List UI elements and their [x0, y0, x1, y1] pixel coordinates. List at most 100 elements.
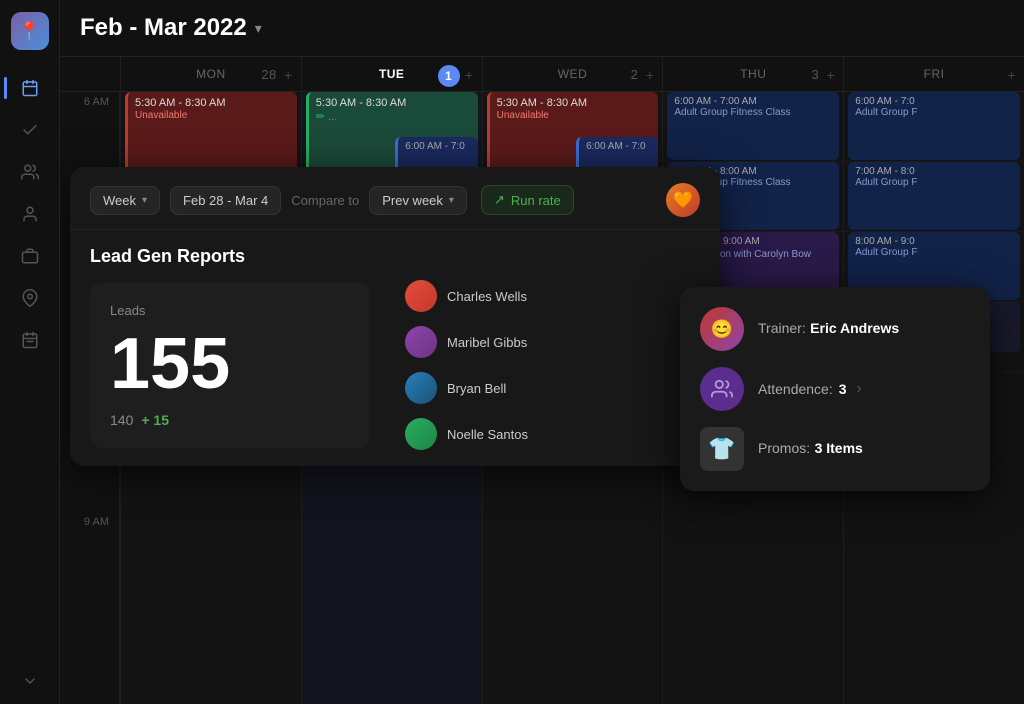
leads-diff: + 15 [141, 412, 169, 428]
person-avatar-2 [405, 326, 437, 358]
attendance-value: 3 [839, 381, 847, 397]
promos-value: 3 Items [815, 440, 863, 456]
add-event-wed[interactable]: + [646, 67, 655, 83]
header: Feb - Mar 2022 ▾ [60, 0, 1024, 57]
event-time-tue-1: 5:30 AM - 8:30 AM [316, 96, 471, 110]
sidebar: 📍 [0, 0, 60, 704]
day-label-fri: FRI [924, 67, 945, 81]
sidebar-item-location[interactable] [12, 280, 48, 316]
week-selector[interactable]: Week ▾ [90, 186, 160, 215]
day-header-tue: TUE + 1 [301, 57, 482, 91]
session-popup: 😊 Trainer: Eric Andrews Attendence: 3 › [680, 287, 990, 491]
prev-week-selector[interactable]: Prev week ▾ [369, 186, 467, 215]
event-time-thu-1: 6:00 AM - 7:00 AM [674, 96, 832, 107]
popup-trainer-row: 😊 Trainer: Eric Andrews [700, 307, 970, 351]
page-title: Feb - Mar 2022 [80, 14, 247, 42]
leads-card: Leads 155 140 + 15 [90, 283, 370, 448]
event-label-thu-1: Adult Group Fitness Class [674, 107, 832, 118]
person-avatar-1 [405, 280, 437, 312]
date-num-wed: 2 [631, 67, 639, 82]
person-avatar-4 [405, 418, 437, 450]
popup-attendance-row: Attendence: 3 › [700, 367, 970, 411]
day-header-wed: WED + 2 [482, 57, 663, 91]
event-thu-6am[interactable]: 6:00 AM - 7:00 AM Adult Group Fitness Cl… [667, 92, 839, 160]
date-range-selector[interactable]: Feb 28 - Mar 4 [170, 186, 281, 215]
main-content: Feb - Mar 2022 ▾ MON + 28 TUE + 1 WED + … [60, 0, 1024, 704]
event-time-wed-2: 6:00 AM - 7:0 [586, 141, 651, 152]
add-event-fri[interactable]: + [1007, 67, 1016, 83]
promos-label: Promos: [758, 440, 810, 456]
person-avatar-3 [405, 372, 437, 404]
time-9am: 9 AM [60, 512, 119, 582]
day-label-tue: TUE [379, 67, 405, 81]
event-label-wed: Unavailable [497, 110, 652, 121]
day-header-fri: FRI + [843, 57, 1024, 91]
sidebar-item-person[interactable] [12, 196, 48, 232]
event-fri-7am[interactable]: 7:00 AM - 8:0 Adult Group F [848, 162, 1020, 230]
trainer-label: Trainer: [758, 320, 806, 336]
attendance-icon [700, 367, 744, 411]
sidebar-item-tasks[interactable] [12, 112, 48, 148]
logo-icon: 📍 [18, 21, 40, 42]
leads-prev: 140 [110, 412, 133, 428]
attendance-info: Attendence: 3 › [758, 380, 862, 398]
day-label-mon: MON [196, 67, 226, 81]
attendance-arrow[interactable]: › [857, 380, 862, 398]
week-label: Week [103, 193, 136, 208]
add-event-tue[interactable]: + [465, 67, 474, 83]
panel-toolbar: Week ▾ Feb 28 - Mar 4 Compare to Prev we… [70, 167, 720, 230]
person-row-3: Bryan Bell [405, 372, 700, 404]
person-name-3: Bryan Bell [447, 381, 506, 396]
event-time-tue-2: 6:00 AM - 7:0 [405, 141, 470, 152]
time-930 [60, 582, 119, 652]
run-rate-label: Run rate [511, 193, 561, 208]
trainer-name: Eric Andrews [810, 320, 899, 336]
date-num-mon: 28 [261, 67, 276, 82]
add-event-mon[interactable]: + [284, 67, 293, 83]
person-name-1: Charles Wells [447, 289, 527, 304]
event-time-mon: 5:30 AM - 8:30 AM [135, 96, 290, 110]
compare-to-label: Compare to [291, 193, 359, 208]
event-time-fri-2: 7:00 AM - 8:0 [855, 166, 1013, 177]
leads-number: 155 [110, 328, 350, 400]
promos-icon: 👕 [700, 427, 744, 471]
event-label-fri-1: Adult Group F [855, 107, 1013, 118]
person-name-4: Noelle Santos [447, 427, 528, 442]
promos-info: Promos: 3 Items [758, 440, 863, 458]
person-row-2: Maribel Gibbs [405, 326, 700, 358]
date-num-thu: 3 [811, 67, 819, 82]
panel-left: Lead Gen Reports Leads 155 140 + 15 [90, 246, 385, 450]
sidebar-item-calendar[interactable] [12, 70, 48, 106]
person-row-1: Charles Wells [405, 280, 700, 312]
prev-week-chevron: ▾ [449, 195, 454, 206]
run-rate-icon: ↗ [494, 192, 505, 208]
trainer-info: Trainer: Eric Andrews [758, 320, 899, 338]
person-name-2: Maribel Gibbs [447, 335, 527, 350]
event-dots-tue: ✏ ... [316, 110, 471, 123]
date-range-label: Feb 28 - Mar 4 [183, 193, 268, 208]
event-label-mon: Unavailable [135, 110, 290, 121]
leads-label: Leads [110, 303, 350, 318]
lead-gen-title: Lead Gen Reports [90, 246, 385, 267]
sidebar-item-schedule[interactable] [12, 322, 48, 358]
sidebar-expand-btn[interactable] [22, 673, 38, 692]
date-range-chevron[interactable]: ▾ [255, 20, 262, 37]
day-label-wed: WED [558, 67, 588, 81]
day-headers: MON + 28 TUE + 1 WED + 2 THU + 3 FRI + [60, 57, 1024, 92]
sidebar-item-users[interactable] [12, 154, 48, 190]
sidebar-item-briefcase[interactable] [12, 238, 48, 274]
time-6am: 6 AM [60, 92, 119, 162]
run-rate-btn[interactable]: ↗ Run rate [481, 185, 574, 215]
event-label-fri-2: Adult Group F [855, 177, 1013, 188]
event-time-fri-1: 6:00 AM - 7:0 [855, 96, 1013, 107]
user-avatar-btn[interactable]: 🧡 [666, 183, 700, 217]
leads-sub: 140 + 15 [110, 412, 350, 428]
day-header-mon: MON + 28 [120, 57, 301, 91]
day-header-thu: THU + 3 [662, 57, 843, 91]
event-fri-6am[interactable]: 6:00 AM - 7:0 Adult Group F [848, 92, 1020, 160]
person-row-4: Noelle Santos [405, 418, 700, 450]
app-logo[interactable]: 📍 [11, 12, 49, 50]
add-event-thu[interactable]: + [827, 67, 836, 83]
event-label-fri-3: Adult Group F [855, 247, 1013, 258]
prev-week-label: Prev week [382, 193, 443, 208]
